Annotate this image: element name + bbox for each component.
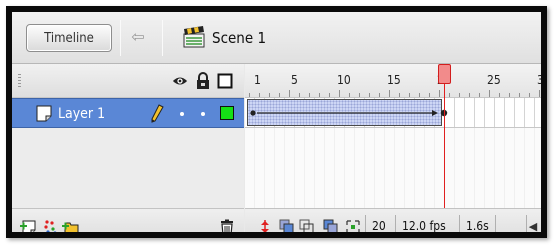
frames-panel: 1 5 10 15 20 25 30 xyxy=(245,64,547,237)
scroll-left-icon[interactable]: ◀ xyxy=(527,219,539,232)
ruler-tick xyxy=(249,93,250,97)
ruler-label: 10 xyxy=(337,73,351,87)
current-frame-field[interactable]: 20 xyxy=(365,215,392,232)
pencil-icon xyxy=(151,104,164,123)
ruler-tick xyxy=(389,90,390,97)
toolbar-divider xyxy=(162,20,163,56)
status-spacer xyxy=(495,215,527,232)
ruler-tick xyxy=(339,90,340,97)
ruler-tick xyxy=(529,93,530,97)
tween-arrowhead xyxy=(432,110,438,116)
timeline-window: Timeline ⇦ Scene 1 Layer 1 1 5 10 15 25 … xyxy=(6,6,547,238)
timeline-status-bar: 20 12.0 fps 1.6s ◀ xyxy=(245,208,547,237)
empty-frames-area xyxy=(245,128,541,208)
ruler-tick xyxy=(349,93,350,97)
ruler-tick xyxy=(449,93,450,97)
toolbar-divider xyxy=(120,20,121,56)
layer-panel: Layer 1 xyxy=(12,64,244,236)
ruler-tick xyxy=(399,93,400,97)
ruler-tick xyxy=(519,93,520,97)
playhead[interactable] xyxy=(438,64,451,84)
add-folder-icon[interactable] xyxy=(62,219,80,236)
layer-name[interactable]: Layer 1 xyxy=(58,103,105,125)
back-arrow-icon[interactable]: ⇦ xyxy=(128,27,148,47)
modify-onion-markers-icon[interactable] xyxy=(345,219,361,235)
center-frame-icon[interactable] xyxy=(257,219,273,235)
ruler-tick xyxy=(379,93,380,97)
ruler-tick xyxy=(419,93,420,97)
onion-skin-icon[interactable] xyxy=(279,219,295,235)
ruler-tick xyxy=(489,90,490,97)
ruler-tick xyxy=(369,93,370,97)
ruler-tick xyxy=(539,90,540,97)
edit-multiple-frames-icon[interactable] xyxy=(323,219,339,235)
horizontal-scrollbar[interactable] xyxy=(543,217,547,237)
layer-list-empty xyxy=(12,128,244,208)
add-motion-guide-icon[interactable] xyxy=(42,219,60,236)
scene-icon xyxy=(183,26,205,48)
layer-icon xyxy=(36,105,52,122)
ruler-tick xyxy=(479,93,480,97)
start-keyframe-dot xyxy=(250,110,256,116)
lock-icon[interactable] xyxy=(195,72,211,90)
layer-footer xyxy=(12,208,244,236)
scene-label[interactable]: Scene 1 xyxy=(212,26,266,50)
ruler-tick xyxy=(319,93,320,97)
panel-grip[interactable] xyxy=(18,74,21,88)
tween-arrow xyxy=(250,109,448,117)
timeline-button[interactable]: Timeline xyxy=(26,24,112,52)
ruler-label: 30 xyxy=(537,73,544,87)
ruler-tick xyxy=(269,93,270,97)
ruler-tick xyxy=(509,93,510,97)
ruler-tick xyxy=(359,93,360,97)
ruler-tick xyxy=(459,93,460,97)
ruler-label: 15 xyxy=(387,73,401,87)
ruler-label: 5 xyxy=(291,73,298,87)
ruler-label: 25 xyxy=(487,73,501,87)
layer-row[interactable]: Layer 1 xyxy=(12,98,244,128)
ruler-tick xyxy=(309,93,310,97)
elapsed-time-field[interactable]: 1.6s xyxy=(459,215,495,232)
frame-ruler[interactable]: 1 5 10 15 20 25 30 xyxy=(245,64,544,98)
trash-icon[interactable] xyxy=(218,219,236,236)
add-layer-icon[interactable] xyxy=(20,219,38,236)
onion-skin-outlines-icon[interactable] xyxy=(299,219,315,235)
layer-frames[interactable] xyxy=(245,98,541,128)
visibility-dot[interactable] xyxy=(180,112,184,116)
ruler-tick xyxy=(409,93,410,97)
layer-outline-color[interactable] xyxy=(220,106,234,120)
ruler-tick xyxy=(439,90,440,97)
layer-header xyxy=(12,64,244,98)
lock-dot[interactable] xyxy=(201,112,205,116)
ruler-tick xyxy=(299,93,300,97)
frame-rate-field[interactable]: 12.0 fps xyxy=(395,215,452,232)
eye-icon[interactable] xyxy=(172,72,188,90)
ruler-tick xyxy=(259,93,260,97)
ruler-tick xyxy=(289,90,290,97)
ruler-tick xyxy=(279,93,280,97)
ruler-tick xyxy=(429,93,430,97)
ruler-tick xyxy=(499,93,500,97)
outline-icon[interactable] xyxy=(217,72,233,90)
ruler-tick xyxy=(329,93,330,97)
ruler-label: 1 xyxy=(254,73,261,87)
timeline-toolbar: Timeline ⇦ Scene 1 xyxy=(12,12,541,64)
ruler-tick xyxy=(469,93,470,97)
